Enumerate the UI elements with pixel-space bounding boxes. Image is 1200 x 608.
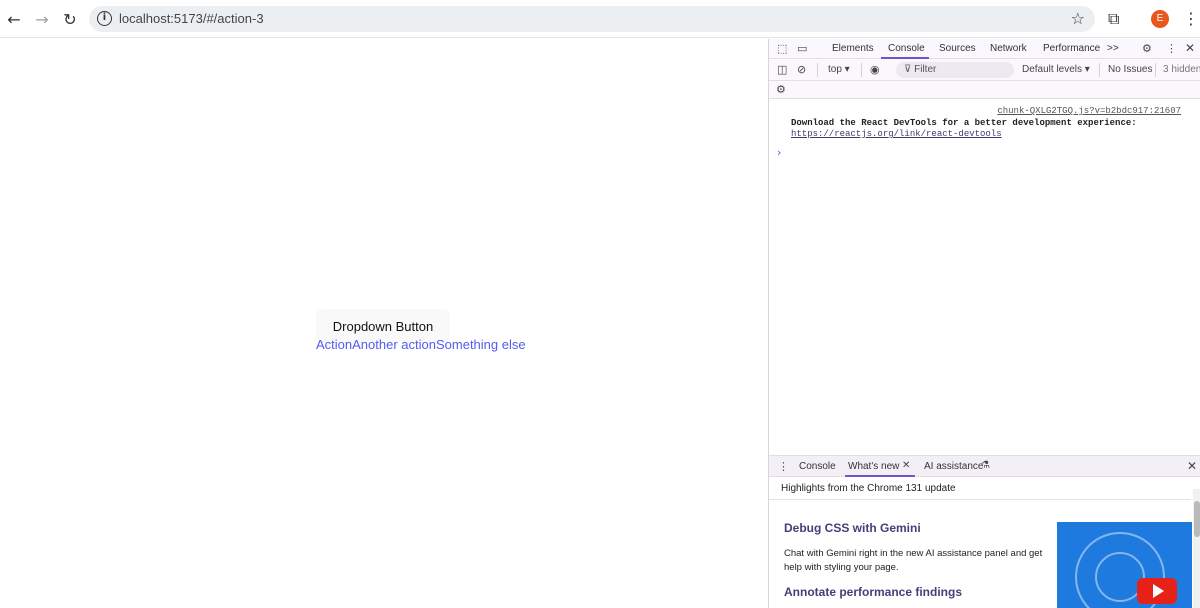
drawer-scrollbar[interactable] (1193, 489, 1200, 608)
close-drawer-icon[interactable]: ✕ (1187, 459, 1197, 473)
drawer-tabbar: ⋮ Console What's new ✕ AI assistance ⚗ ✕ (769, 455, 1200, 477)
sidebar-toggle-icon[interactable]: ◫ (777, 63, 787, 76)
whats-new-panel: Highlights from the Chrome 131 update De… (769, 477, 1200, 608)
tab-performance[interactable]: Performance (1043, 43, 1100, 54)
console-settings-gear-icon[interactable]: ⚙ (776, 83, 786, 96)
bookmark-star-icon[interactable]: ☆ (1071, 9, 1085, 28)
flask-icon: ⚗ (981, 460, 990, 471)
devtools-menu-icon[interactable]: ⋮ (1166, 42, 1177, 55)
toolbar-separator (861, 63, 862, 77)
toolbar-separator (1099, 63, 1100, 77)
issues-button[interactable]: No Issues (1108, 64, 1152, 75)
browser-menu-icon[interactable]: ⋮ (1183, 9, 1199, 28)
clear-console-icon[interactable]: ⊘ (797, 63, 806, 76)
devtools-panel: ⬚ ▭ Elements Console Sources Network Per… (768, 39, 1200, 608)
more-tabs-icon[interactable]: >> (1107, 43, 1119, 54)
menu-item-something-else[interactable]: Something else (436, 337, 526, 352)
back-arrow-icon[interactable]: ← (4, 9, 24, 29)
profile-avatar[interactable]: E (1151, 10, 1169, 28)
dropdown-menu: ActionAnother actionSomething else (316, 337, 526, 352)
console-prompt-icon[interactable]: › (777, 146, 781, 159)
console-settings-row: ⚙ (769, 81, 1200, 99)
divider (769, 499, 1191, 500)
extensions-icon[interactable]: ⧉ (1108, 9, 1119, 29)
context-label: top (828, 64, 842, 75)
drawer-tab-console[interactable]: Console (799, 461, 836, 472)
console-output: chunk-QXLG2TGQ.js?v=b2bdc917:21607 Downl… (769, 99, 1200, 454)
settings-gear-icon[interactable]: ⚙ (1142, 42, 1152, 55)
tab-sources[interactable]: Sources (939, 43, 976, 54)
site-info-icon[interactable]: i (97, 11, 112, 26)
close-devtools-icon[interactable]: ✕ (1185, 41, 1195, 55)
menu-item-another-action[interactable]: Another action (352, 337, 436, 352)
tab-elements[interactable]: Elements (832, 43, 874, 54)
filter-placeholder: Filter (914, 64, 937, 75)
highlights-heading: Highlights from the Chrome 131 update (781, 483, 956, 494)
menu-item-action[interactable]: Action (316, 337, 352, 352)
device-toolbar-icon[interactable]: ▭ (797, 42, 807, 55)
filter-input[interactable]: ⊽ Filter (896, 62, 1014, 78)
forward-arrow-icon[interactable]: → (32, 9, 52, 29)
url-text[interactable]: localhost:5173/#/action-3 (119, 11, 264, 26)
page-viewport: Dropdown Button ActionAnother actionSome… (0, 39, 768, 608)
devtools-tabbar: ⬚ ▭ Elements Console Sources Network Per… (769, 39, 1200, 59)
hidden-count: 3 hidden (1163, 64, 1200, 75)
section-title-annotate[interactable]: Annotate performance findings (784, 585, 962, 599)
browser-toolbar: ← → ↻ i localhost:5173/#/action-3 ☆ ⧉ E … (0, 0, 1200, 38)
live-expression-eye-icon[interactable]: ◉ (870, 63, 880, 76)
drawer-menu-icon[interactable]: ⋮ (778, 460, 789, 473)
section-title-debug-css[interactable]: Debug CSS with Gemini (784, 521, 921, 535)
scrollbar-thumb[interactable] (1194, 501, 1200, 537)
section-body-debug-css: Chat with Gemini right in the new AI ass… (784, 548, 1043, 573)
drawer-tab-whats-new[interactable]: What's new (848, 461, 899, 472)
console-message-link[interactable]: https://reactjs.org/link/react-devtools (791, 129, 1002, 139)
log-levels-select[interactable]: Default levels ▾ (1022, 64, 1090, 75)
tab-console[interactable]: Console (888, 43, 925, 54)
context-select[interactable]: top ▾ (828, 64, 850, 75)
message-source-link[interactable]: chunk-QXLG2TGQ.js?v=b2bdc917:21607 (997, 106, 1181, 116)
console-toolbar: ◫ ⊘ top ▾ ◉ ⊽ Filter Default levels ▾ No… (769, 59, 1200, 81)
filter-icon: ⊽ (904, 64, 912, 75)
toolbar-separator (817, 63, 818, 77)
address-bar[interactable]: i localhost:5173/#/action-3 ☆ (89, 6, 1095, 32)
tab-network[interactable]: Network (990, 43, 1027, 54)
drawer-tab-ai-assistance[interactable]: AI assistance (924, 461, 983, 472)
video-thumbnail[interactable] (1057, 522, 1192, 608)
reload-icon[interactable]: ↻ (60, 9, 80, 29)
play-icon (1153, 584, 1164, 598)
close-tab-icon[interactable]: ✕ (902, 460, 910, 471)
toolbar-separator (1155, 63, 1156, 77)
log-levels-label: Default levels (1022, 64, 1083, 75)
console-message-text: Download the React DevTools for a better… (791, 118, 1137, 128)
inspect-element-icon[interactable]: ⬚ (777, 42, 787, 55)
